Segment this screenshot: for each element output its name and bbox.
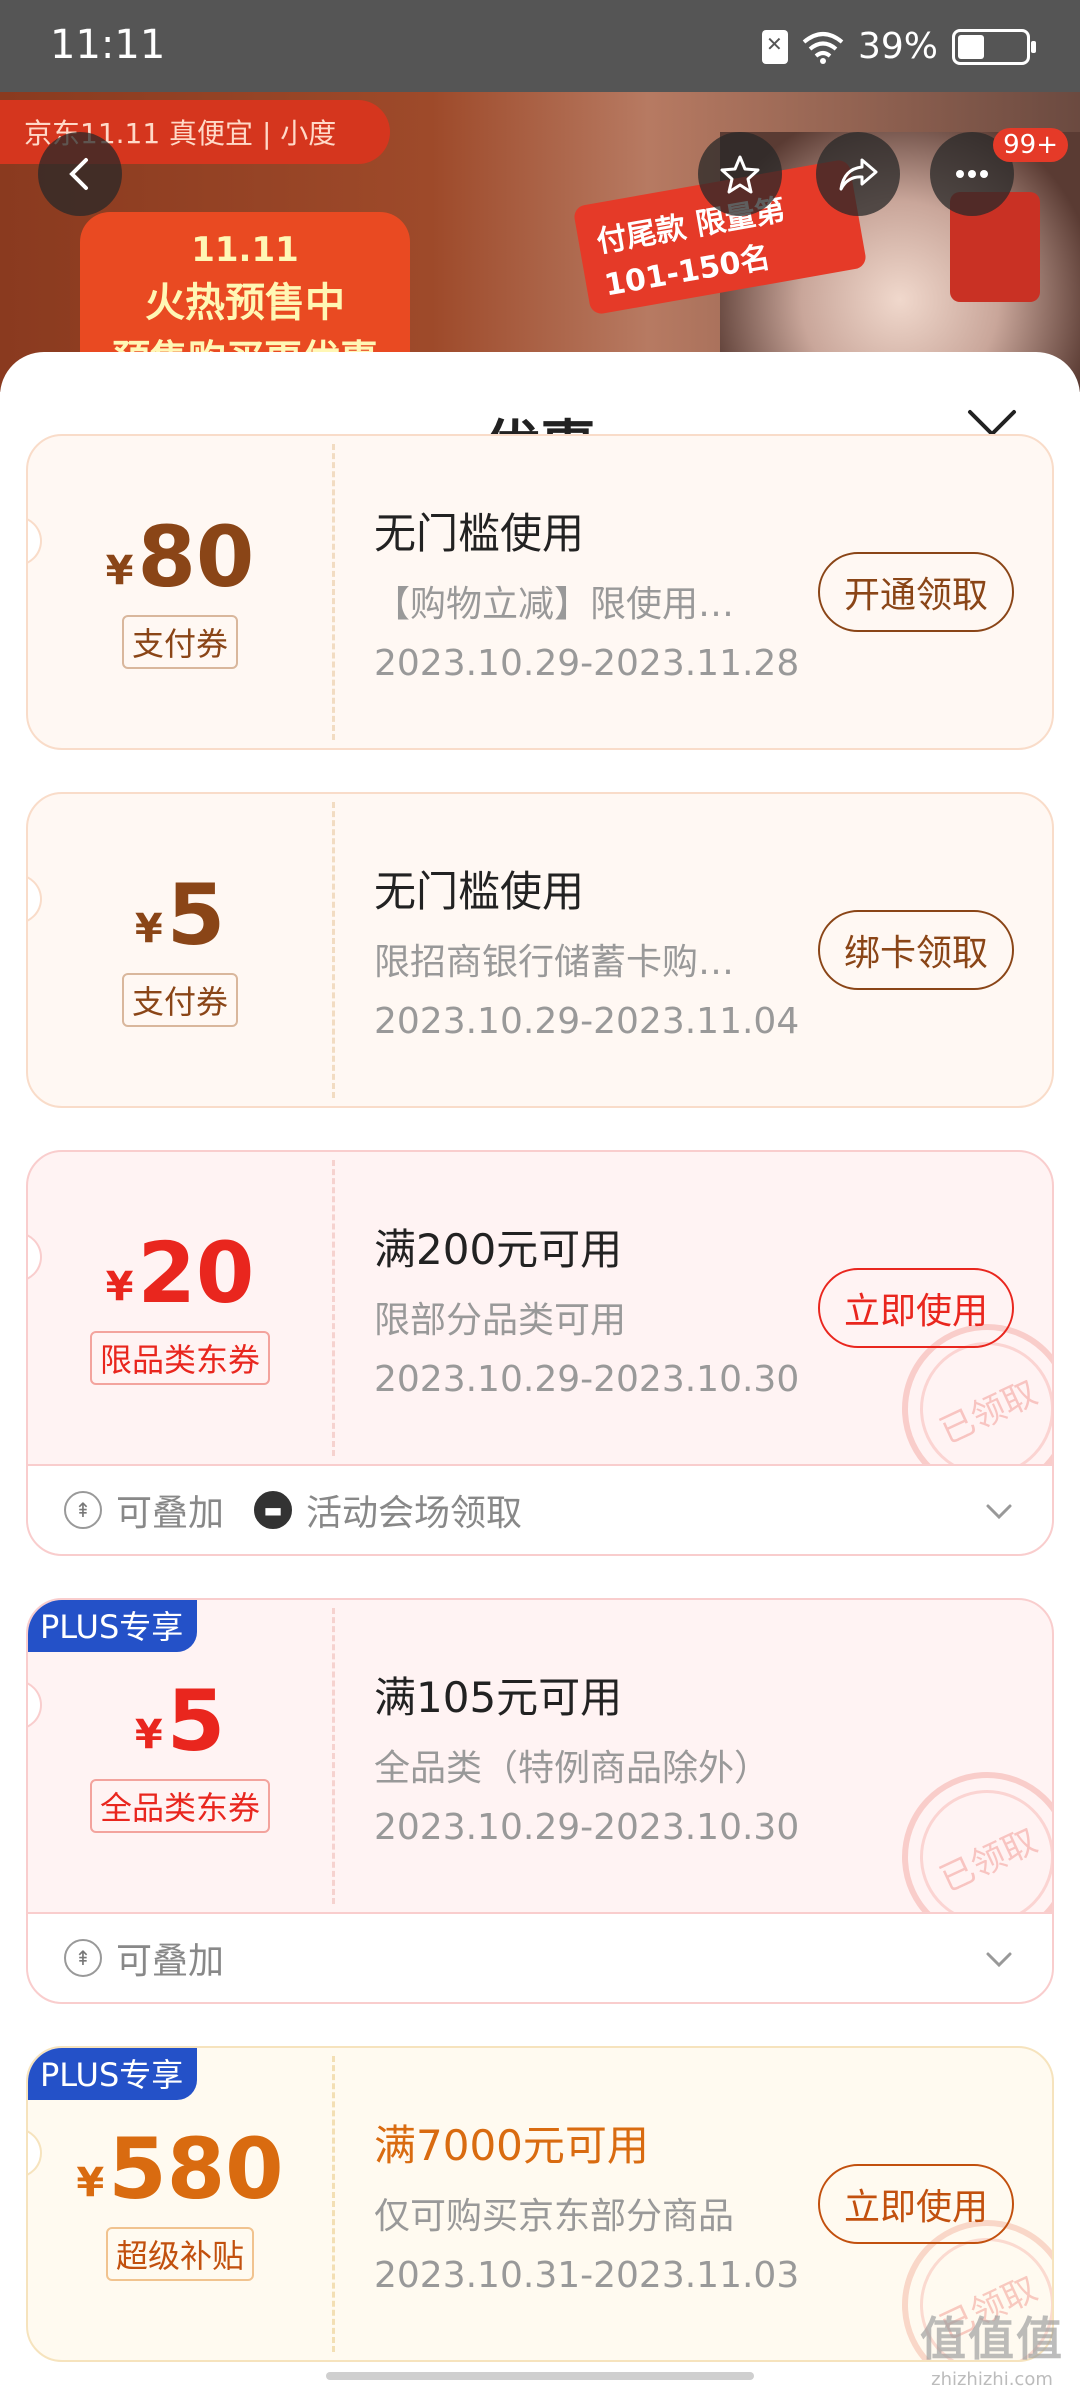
coupon-value: ¥20 限品类东券 bbox=[28, 1152, 332, 1464]
chevron-down-icon[interactable] bbox=[982, 1494, 1016, 1528]
coupon-date: 2023.10.29-2023.11.04 bbox=[374, 1001, 800, 1042]
use-now-button[interactable]: 立即使用 bbox=[817, 2164, 1014, 2244]
currency-symbol: ¥ bbox=[134, 906, 163, 952]
coupon-type: 全品类东券 bbox=[89, 1779, 270, 1833]
battery-percent: 39% bbox=[857, 26, 938, 67]
dashed-divider bbox=[332, 444, 335, 740]
coupon-date: 2023.10.29-2023.10.30 bbox=[374, 1359, 800, 1400]
chevron-left-icon bbox=[69, 158, 88, 190]
coupon-title: 满7000元可用 bbox=[374, 2121, 649, 2170]
star-icon bbox=[720, 155, 760, 194]
coupon-amount: 580 bbox=[108, 2120, 284, 2218]
dashed-divider bbox=[332, 2056, 335, 2352]
coupon-title: 无门槛使用 bbox=[374, 867, 585, 916]
coupon-desc: 【购物立减】限使用… bbox=[374, 584, 735, 625]
plus-exclusive-tag: PLUS专享 bbox=[28, 2048, 198, 2100]
promo-line2: 火热预售中 bbox=[145, 280, 345, 326]
more-badge: 99+ bbox=[993, 128, 1068, 162]
coupon-card: PLUS专享 ¥580 超级补贴 满7000元可用 仅可购买京东部分商品 202… bbox=[26, 2046, 1054, 2362]
coupon-date: 2023.10.31-2023.11.03 bbox=[374, 2255, 800, 2296]
coupon-card: PLUS专享 ¥5 全品类东券 满105元可用 全品类（特例商品除外） 2023… bbox=[26, 1598, 1054, 2004]
share-icon bbox=[839, 158, 878, 191]
currency-symbol: ¥ bbox=[105, 1264, 134, 1310]
coupon-title: 无门槛使用 bbox=[374, 509, 585, 558]
favorite-button[interactable] bbox=[698, 132, 782, 216]
coupon-amount: 80 bbox=[137, 508, 255, 606]
status-bar: 11:11 39% bbox=[0, 0, 1080, 92]
coupon-title: 满105元可用 bbox=[374, 1673, 623, 1722]
no-sim-icon bbox=[761, 29, 788, 64]
coupon-amount: 20 bbox=[137, 1224, 255, 1322]
stackable-icon: ⇞ bbox=[64, 1939, 102, 1977]
coupon-title: 满200元可用 bbox=[374, 1225, 623, 1274]
coupon-value: ¥5 支付券 bbox=[28, 794, 332, 1106]
status-icons: 39% bbox=[761, 26, 1036, 67]
coupon-card: ¥20 限品类东券 满200元可用 限部分品类可用 2023.10.29-202… bbox=[26, 1150, 1054, 1556]
coupon-amount: 5 bbox=[166, 1672, 226, 1770]
coupon-sheet: 优惠 ¥80 支付券 无门槛使用 【购物立减】限使用… 2023.10.29-2… bbox=[0, 352, 1080, 2400]
product-banner: 京东11.11 真便宜 | 小度 11.11 火热预售中 预售购买更优惠 付尾款… bbox=[0, 92, 1080, 392]
currency-symbol: ¥ bbox=[76, 2160, 105, 2206]
back-button[interactable] bbox=[38, 132, 122, 216]
activate-claim-button[interactable]: 开通领取 bbox=[817, 552, 1014, 632]
coupon-footer[interactable]: ⇞ 可叠加 ▬ 活动会场领取 bbox=[28, 1464, 1052, 1554]
promo-line1: 11.11 bbox=[191, 230, 299, 270]
stackable-label: 可叠加 bbox=[116, 1941, 225, 1982]
currency-symbol: ¥ bbox=[105, 548, 134, 594]
coupon-type: 支付券 bbox=[121, 615, 238, 669]
dashed-divider bbox=[332, 1608, 335, 1904]
coupon-type: 支付券 bbox=[121, 973, 238, 1027]
watermark-url: zhizhizhi.com bbox=[931, 2369, 1053, 2390]
status-time: 11:11 bbox=[50, 22, 166, 68]
currency-symbol: ¥ bbox=[134, 1712, 163, 1758]
coupon-value: ¥80 支付券 bbox=[28, 436, 332, 748]
coupon-desc: 限部分品类可用 bbox=[374, 1300, 627, 1341]
more-dots-icon bbox=[956, 170, 988, 178]
claim-source-label: 活动会场领取 bbox=[306, 1493, 523, 1534]
home-indicator[interactable] bbox=[326, 2372, 754, 2380]
coupon-card: ¥80 支付券 无门槛使用 【购物立减】限使用… 2023.10.29-2023… bbox=[26, 434, 1054, 750]
coupon-desc: 仅可购买京东部分商品 bbox=[374, 2196, 735, 2237]
battery-icon bbox=[952, 28, 1036, 65]
bind-card-claim-button[interactable]: 绑卡领取 bbox=[817, 910, 1014, 990]
coupon-desc: 限招商银行储蓄卡购… bbox=[374, 942, 735, 983]
stackable-icon: ⇞ bbox=[64, 1491, 102, 1529]
wifi-icon bbox=[802, 31, 844, 64]
plus-exclusive-tag: PLUS专享 bbox=[28, 1600, 198, 1652]
share-button[interactable] bbox=[816, 132, 900, 216]
coupon-list: ¥80 支付券 无门槛使用 【购物立减】限使用… 2023.10.29-2023… bbox=[26, 434, 1054, 2400]
coupon-amount: 5 bbox=[166, 866, 226, 964]
chevron-down-icon[interactable] bbox=[982, 1942, 1016, 1976]
coupon-footer[interactable]: ⇞ 可叠加 bbox=[28, 1912, 1052, 2002]
coupon-desc: 全品类（特例商品除外） bbox=[374, 1748, 771, 1789]
watermark-logo: 值值值 bbox=[920, 2312, 1064, 2366]
coupon-date: 2023.10.29-2023.11.28 bbox=[374, 643, 800, 684]
use-now-button[interactable]: 立即使用 bbox=[817, 1268, 1014, 1348]
ticket-icon: ▬ bbox=[254, 1491, 293, 1529]
dashed-divider bbox=[332, 1160, 335, 1456]
stackable-label: 可叠加 bbox=[116, 1493, 225, 1534]
watermark: 值值值 zhizhizhi.com bbox=[920, 2303, 1064, 2390]
coupon-type: 超级补贴 bbox=[105, 2227, 254, 2281]
dashed-divider bbox=[332, 802, 335, 1098]
coupon-type: 限品类东券 bbox=[89, 1331, 270, 1385]
coupon-card: ¥5 支付券 无门槛使用 限招商银行储蓄卡购… 2023.10.29-2023.… bbox=[26, 792, 1054, 1108]
